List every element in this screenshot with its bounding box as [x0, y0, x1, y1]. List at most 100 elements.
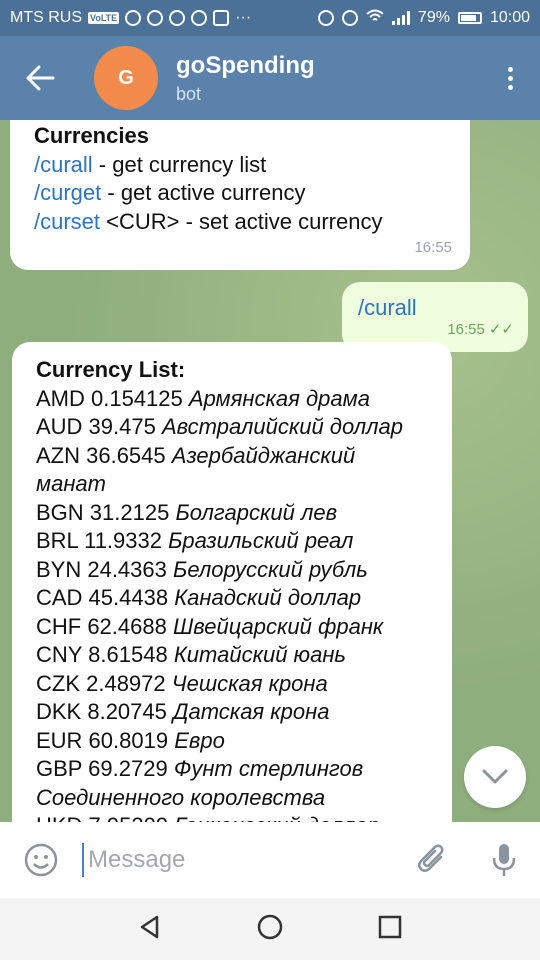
more-options-button[interactable]	[480, 36, 540, 120]
battery-percent: 79%	[417, 9, 450, 26]
currency-row: EUR 60.8019 Евро	[36, 727, 428, 756]
currency-name: Армянская драма	[188, 385, 370, 411]
currency-name: Гонконгский доллар	[174, 813, 380, 822]
currency-row: CAD 45.4438 Канадский доллар	[36, 584, 428, 613]
currency-name: Канадский доллар	[174, 585, 362, 610]
currency-name: Болгарский лев	[175, 499, 338, 525]
scroll-down-button[interactable]	[464, 746, 526, 808]
command-link[interactable]: /curall	[358, 295, 417, 320]
message-bubble-incoming[interactable]: Currencies /curall - get currency list /…	[10, 120, 470, 270]
currency-code-rate: CHF 62.4688	[36, 613, 167, 639]
read-ticks-icon: ✓✓	[488, 320, 514, 338]
square-recents-icon	[379, 915, 402, 938]
currency-name: Датская крона	[173, 699, 330, 724]
sync-icon	[169, 10, 186, 26]
dot-icon	[507, 66, 513, 72]
microphone-button[interactable]	[468, 842, 540, 878]
vpn-icon	[147, 10, 164, 26]
shield-icon	[125, 10, 142, 26]
message-line: /curget - get active currency	[34, 179, 446, 208]
currency-code-rate: HKD 7.95209	[36, 813, 168, 822]
alarm-icon	[317, 10, 334, 26]
emoji-button[interactable]	[0, 843, 82, 877]
currency-row: AZN 36.6545 Азербайджанский манат	[36, 442, 428, 499]
chat-title-block[interactable]: goSpending bot	[176, 52, 315, 105]
currency-row: GBP 69.2729 Фунт стерлингов Соединенного…	[36, 755, 428, 812]
currency-code-rate: BRL 11.9332	[36, 528, 162, 553]
currency-row: BRL 11.9332 Бразильский реал	[36, 527, 428, 556]
nav-back-button[interactable]	[137, 914, 163, 945]
currency-name: Чешская крона	[171, 670, 328, 696]
system-nav-bar	[0, 898, 540, 960]
message-time: 16:55	[447, 320, 485, 338]
currency-row: CZK 2.48972 Чешская крона	[36, 670, 428, 699]
nav-home-button[interactable]	[256, 913, 284, 946]
currency-name: Белорусский рубль	[173, 556, 368, 582]
dot-icon	[507, 75, 513, 81]
wifi-icon	[366, 9, 384, 28]
command-link[interactable]: /curget	[34, 180, 101, 205]
status-right: 79% 10:00	[317, 9, 530, 28]
more-notifications-icon: ···	[235, 9, 252, 26]
currency-name: Австралийский доллар	[161, 414, 404, 439]
command-description: <CUR> - set active currency	[100, 208, 383, 234]
instagram-icon	[191, 10, 208, 26]
currency-code-rate: CZK 2.48972	[36, 670, 166, 696]
clock: 10:00	[489, 9, 530, 26]
chat-header: G goSpending bot	[0, 36, 540, 120]
currency-row: CNY 8.61548 Китайский юань	[36, 641, 428, 670]
message-bubble-incoming[interactable]: Currency List: AMD 0.154125 Армянская др…	[12, 342, 452, 822]
chat-area[interactable]: Currencies /curall - get currency list /…	[0, 120, 540, 822]
paperclip-icon	[418, 844, 444, 872]
command-link[interactable]: /curset	[34, 209, 100, 234]
chat-subtitle: bot	[176, 83, 202, 104]
carrier-label: MTS RUS	[10, 9, 82, 26]
drop-icon	[213, 10, 230, 26]
currency-row: BGN 31.2125 Болгарский лев	[36, 499, 428, 528]
command-description: - get currency list	[92, 151, 267, 177]
currency-code-rate: BGN 31.2125	[36, 499, 170, 525]
message-time-group: 16:55 ✓✓	[447, 316, 514, 345]
message-heading: Currency List:	[36, 357, 186, 382]
signal-icon	[391, 11, 410, 25]
currency-row: DKK 8.20745 Датская крона	[36, 698, 428, 727]
currency-code-rate: AZN 36.6545	[36, 442, 166, 468]
currency-code-rate: EUR 60.8019	[36, 727, 169, 753]
message-time: 16:55	[414, 238, 452, 256]
status-left: MTS RUS VoLTE ···	[10, 9, 251, 27]
currency-name: Бразильский реал	[168, 528, 354, 553]
avatar[interactable]: G	[94, 46, 158, 110]
currency-code-rate: CNY 8.61548	[36, 642, 168, 667]
command-link[interactable]: /curall	[34, 152, 93, 177]
message-input[interactable]: Message	[82, 843, 396, 877]
arrow-left-icon	[26, 65, 55, 91]
currency-name: Швейцарский франк	[172, 613, 384, 639]
message-composer: Message	[0, 822, 540, 898]
attach-button[interactable]	[396, 843, 468, 877]
currency-name: Евро	[174, 727, 225, 753]
chevron-down-icon	[482, 769, 508, 784]
eye-icon	[341, 10, 358, 26]
battery-icon	[457, 12, 482, 24]
status-bar: MTS RUS VoLTE ··· 79% 10:00	[0, 0, 540, 36]
back-button[interactable]	[0, 36, 80, 120]
currency-row: CHF 62.4688 Швейцарский франк	[36, 613, 428, 642]
smiley-icon	[24, 843, 58, 877]
currency-row: AUD 39.475 Австралийский доллар	[36, 413, 428, 442]
message-line: /curset <CUR> - set active currency	[34, 208, 446, 237]
currency-row: BYN 24.4363 Белорусский рубль	[36, 556, 428, 585]
currency-list: AMD 0.154125 Армянская драма AUD 39.475 А…	[36, 385, 428, 823]
nav-recents-button[interactable]	[377, 914, 403, 945]
circle-home-icon	[257, 914, 283, 939]
currency-code-rate: BYN 24.4363	[36, 556, 167, 582]
microphone-icon	[492, 844, 516, 876]
currency-code-rate: DKK 8.20745	[36, 699, 167, 724]
currency-code-rate: AUD 39.475	[36, 414, 156, 439]
currency-name: Китайский юань	[173, 642, 347, 667]
message-heading: Currencies	[34, 123, 149, 148]
chat-title: goSpending	[176, 51, 315, 79]
volte-icon: VoLTE	[88, 12, 120, 24]
currency-code-rate: CAD 45.4438	[36, 585, 169, 610]
currency-code-rate: AMD 0.154125	[36, 385, 183, 411]
dot-icon	[507, 84, 513, 90]
